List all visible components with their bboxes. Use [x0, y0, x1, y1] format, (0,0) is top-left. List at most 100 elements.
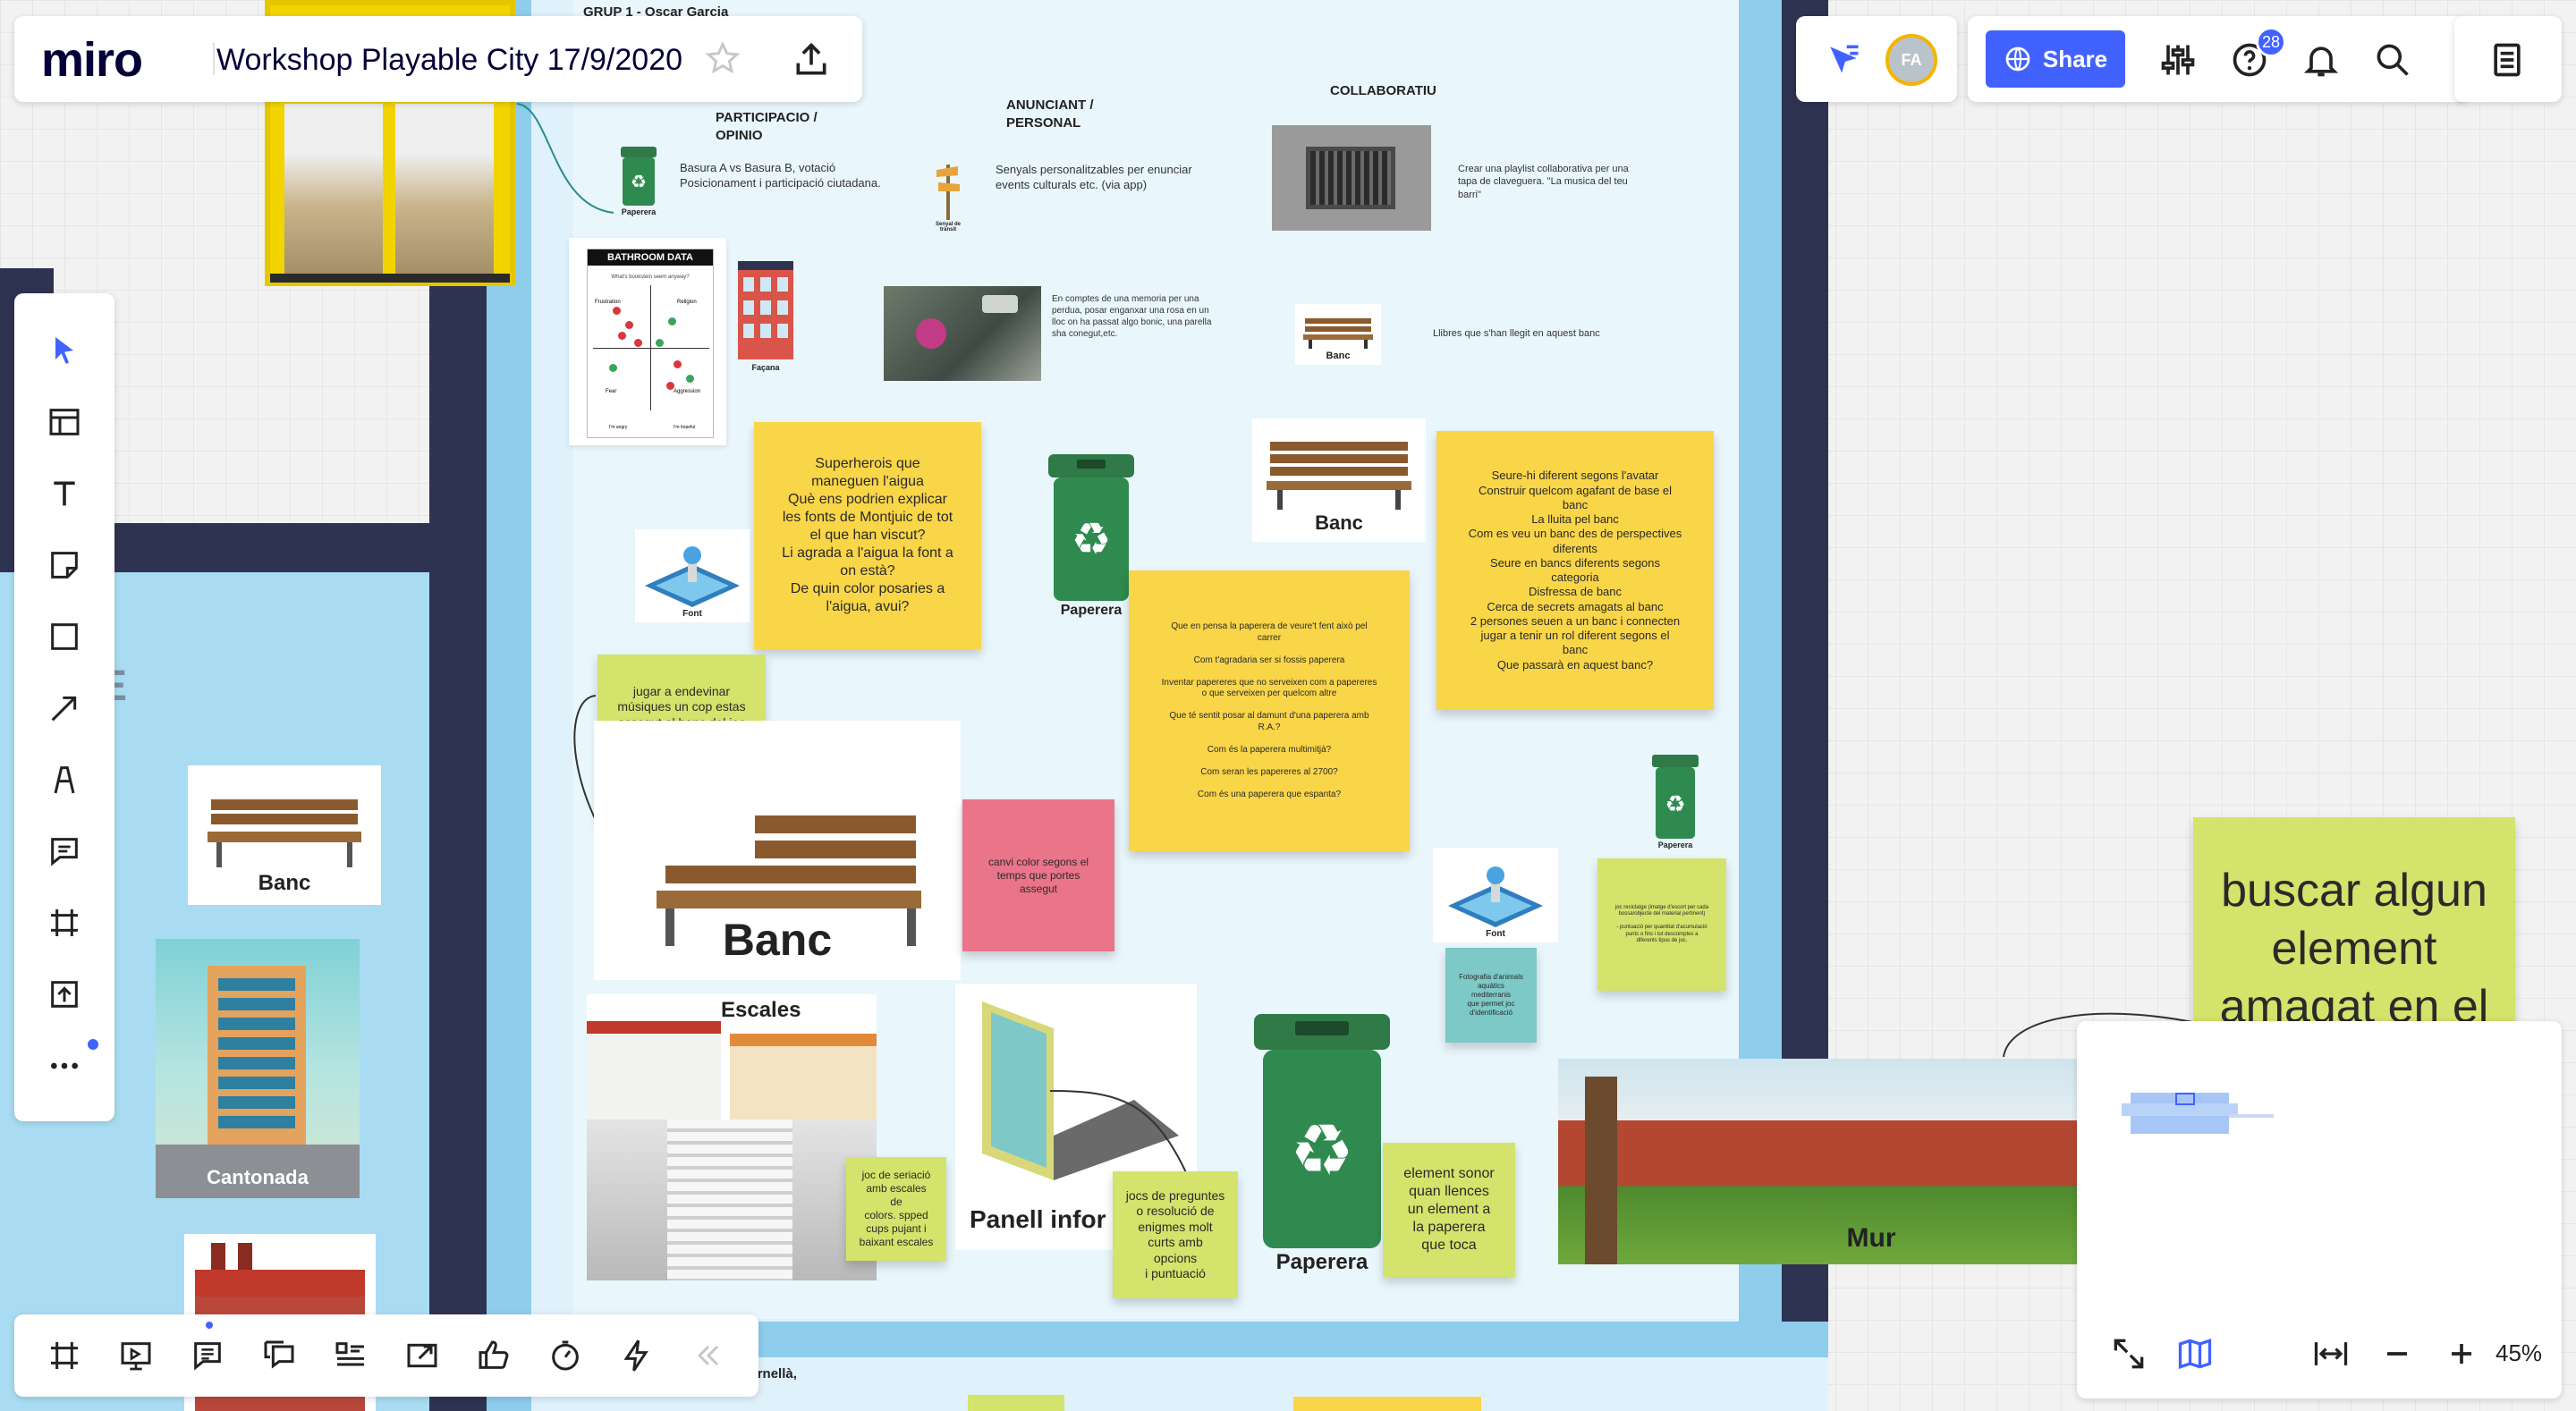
templates-icon[interactable] — [43, 401, 86, 444]
presentation-icon[interactable] — [114, 1334, 157, 1377]
minimap-viewport[interactable] — [2086, 1030, 2551, 1298]
escales-caption: Escales — [721, 998, 801, 1022]
chat-icon[interactable] — [186, 1334, 229, 1377]
board-menu-icon[interactable] — [2485, 38, 2529, 82]
paperera-card-big: ♻ Paperera — [1243, 991, 1401, 1275]
cards-icon[interactable] — [329, 1334, 372, 1377]
collaborators-panel: FA — [1796, 16, 1957, 102]
arrow-line-icon[interactable] — [43, 687, 86, 730]
board-header-panel: miro Workshop Playable City 17/9/2020 — [14, 16, 862, 102]
avatar[interactable]: FA — [1885, 34, 1937, 86]
sewer-grate-photo — [1272, 125, 1431, 231]
collapse-icon[interactable] — [687, 1334, 730, 1377]
header-divider — [213, 43, 215, 75]
bathroom-legend-left: I'm angry — [609, 425, 628, 430]
share-label: Share — [2042, 45, 2108, 72]
timer-icon[interactable] — [544, 1334, 587, 1377]
zoom-out-icon[interactable] — [2372, 1329, 2422, 1379]
shape-icon[interactable] — [43, 615, 86, 658]
text-playlist: Crear una playlist collaborativa per una… — [1458, 164, 1629, 200]
bathroom-legend-right: I'm hopeful — [674, 425, 696, 430]
bathroom-data-card: BATHROOM DATA What's bookstein seem anyw… — [569, 238, 726, 445]
sticky-buscar[interactable]: buscar algun element amagat en el — [2193, 817, 2515, 1041]
share-button[interactable]: Share — [1986, 30, 2125, 88]
sticky-superherois[interactable]: Superherois que maneguen l'aigua Què ens… — [754, 422, 981, 649]
actions-panel: Share 28 — [1968, 16, 2469, 102]
zoom-level[interactable]: 45% — [2496, 1339, 2542, 1367]
comments-icon[interactable] — [258, 1334, 301, 1377]
header-collaboratiu: COLLABORATIU — [1330, 83, 1436, 98]
paperera-small-2: ♻ Paperera — [1644, 739, 1707, 849]
board-menu-panel — [2454, 16, 2562, 102]
help-badge: 28 — [2256, 27, 2286, 57]
font-card-2: Font — [1433, 848, 1558, 942]
banc-small-top: Banc — [1295, 304, 1381, 365]
bathroom-data-subtitle: What's bookstein seem anyway? — [611, 275, 690, 280]
sticky-canvi[interactable]: canvi color segons el temps que portes a… — [962, 799, 1114, 951]
screen-share-icon[interactable] — [401, 1334, 444, 1377]
header-participacio: PARTICIPACIO / OPINIO — [716, 110, 818, 143]
miro-logo[interactable]: miro — [41, 32, 143, 88]
star-icon[interactable] — [701, 38, 744, 80]
frames-icon[interactable] — [43, 1334, 86, 1377]
board-title[interactable]: Workshop Playable City 17/9/2020 — [216, 43, 682, 78]
svg-text:♻: ♻ — [631, 173, 647, 192]
sticky-paperera-q[interactable]: Que en pensa la paperera de veure't fent… — [1129, 570, 1410, 851]
notifications-bell-icon[interactable] — [2299, 38, 2343, 82]
svg-text:♻: ♻ — [1072, 514, 1112, 564]
sticky-sonor[interactable]: element sonor quan llences un element a … — [1383, 1143, 1515, 1277]
svg-text:♻: ♻ — [1290, 1111, 1354, 1190]
fullscreen-icon[interactable] — [2104, 1329, 2154, 1379]
bathroom-data-title: BATHROOM DATA — [588, 249, 713, 266]
sticky-seriacio[interactable]: joc de seriació amb escales de colors. s… — [846, 1157, 946, 1261]
text-icon[interactable] — [43, 472, 86, 515]
sticky-reciclatge[interactable]: joc reciclatge (imatge d'escort per cada… — [1597, 858, 1726, 991]
connector-arrow-1 — [516, 103, 614, 214]
header-anunciant: ANUNCIANT / PERSONAL — [1006, 97, 1094, 131]
export-upload-icon[interactable] — [789, 38, 834, 82]
text-memoria: En comptes de una memoria per una perdua… — [1052, 294, 1212, 339]
sticky-bottom-1[interactable] — [968, 1395, 1064, 1411]
banc-card-big: Banc — [594, 721, 961, 980]
map-icon[interactable] — [2170, 1329, 2220, 1379]
sticky-enigmes[interactable]: jocs de preguntes o resolució de enigmes… — [1113, 1171, 1238, 1298]
sticky-fotografia[interactable]: Fotografia d'animals aquàtics mediterran… — [1445, 948, 1537, 1043]
upload-icon[interactable] — [43, 973, 86, 1016]
svg-text:♻: ♻ — [1665, 790, 1685, 817]
senyal-small: Senyal de trànsit — [930, 143, 966, 232]
sticky-note-icon[interactable] — [43, 544, 86, 587]
globe-icon — [2005, 46, 2030, 72]
follow-cursor-icon[interactable] — [1821, 38, 1866, 82]
zoom-in-icon[interactable] — [2436, 1329, 2487, 1379]
more-icon[interactable] — [43, 1044, 86, 1087]
voting-icon[interactable] — [472, 1334, 515, 1377]
banc-card-mid: Banc — [1252, 418, 1426, 542]
bathroom-q-top-left: Frustration — [595, 300, 621, 305]
settings-sliders-icon[interactable] — [2156, 38, 2200, 82]
escales-image: Escales — [587, 994, 877, 1280]
left-toolbar — [14, 293, 114, 1121]
mur-image: Mur — [1558, 1059, 2077, 1264]
search-icon[interactable] — [2370, 38, 2415, 82]
cantonada-image: Cantonada — [156, 939, 360, 1198]
paperera-card-mid: ♻ Paperera — [1039, 438, 1143, 619]
comment-icon[interactable] — [43, 830, 86, 873]
frame-icon[interactable] — [43, 901, 86, 944]
frames-active-dot — [206, 1322, 213, 1329]
pen-icon[interactable] — [43, 758, 86, 801]
fit-width-icon[interactable] — [2306, 1329, 2356, 1379]
sticky-seure[interactable]: Seure-hi diferent segons l'avatar Constr… — [1436, 431, 1714, 710]
sticky-bottom-2[interactable] — [1293, 1397, 1481, 1411]
text-llibres: Llibres que s'han llegit en aquest banc — [1433, 328, 1600, 339]
facana-card: Façana — [730, 249, 801, 372]
bathroom-q-top-right: Religion — [677, 300, 697, 305]
paperera-small-1: ♻ Paperera — [612, 127, 665, 216]
bottom-toolbar — [14, 1314, 758, 1397]
font-card-1: Font — [635, 529, 750, 622]
rose-photo — [884, 286, 1041, 381]
minimap-panel: 45% — [2077, 1021, 2562, 1398]
panell-caption: Panell infor — [970, 1205, 1106, 1233]
text-senyals: Senyals personalitzables per enunciar ev… — [996, 163, 1192, 191]
select-cursor-icon[interactable] — [43, 329, 86, 372]
lightning-icon[interactable] — [615, 1334, 658, 1377]
